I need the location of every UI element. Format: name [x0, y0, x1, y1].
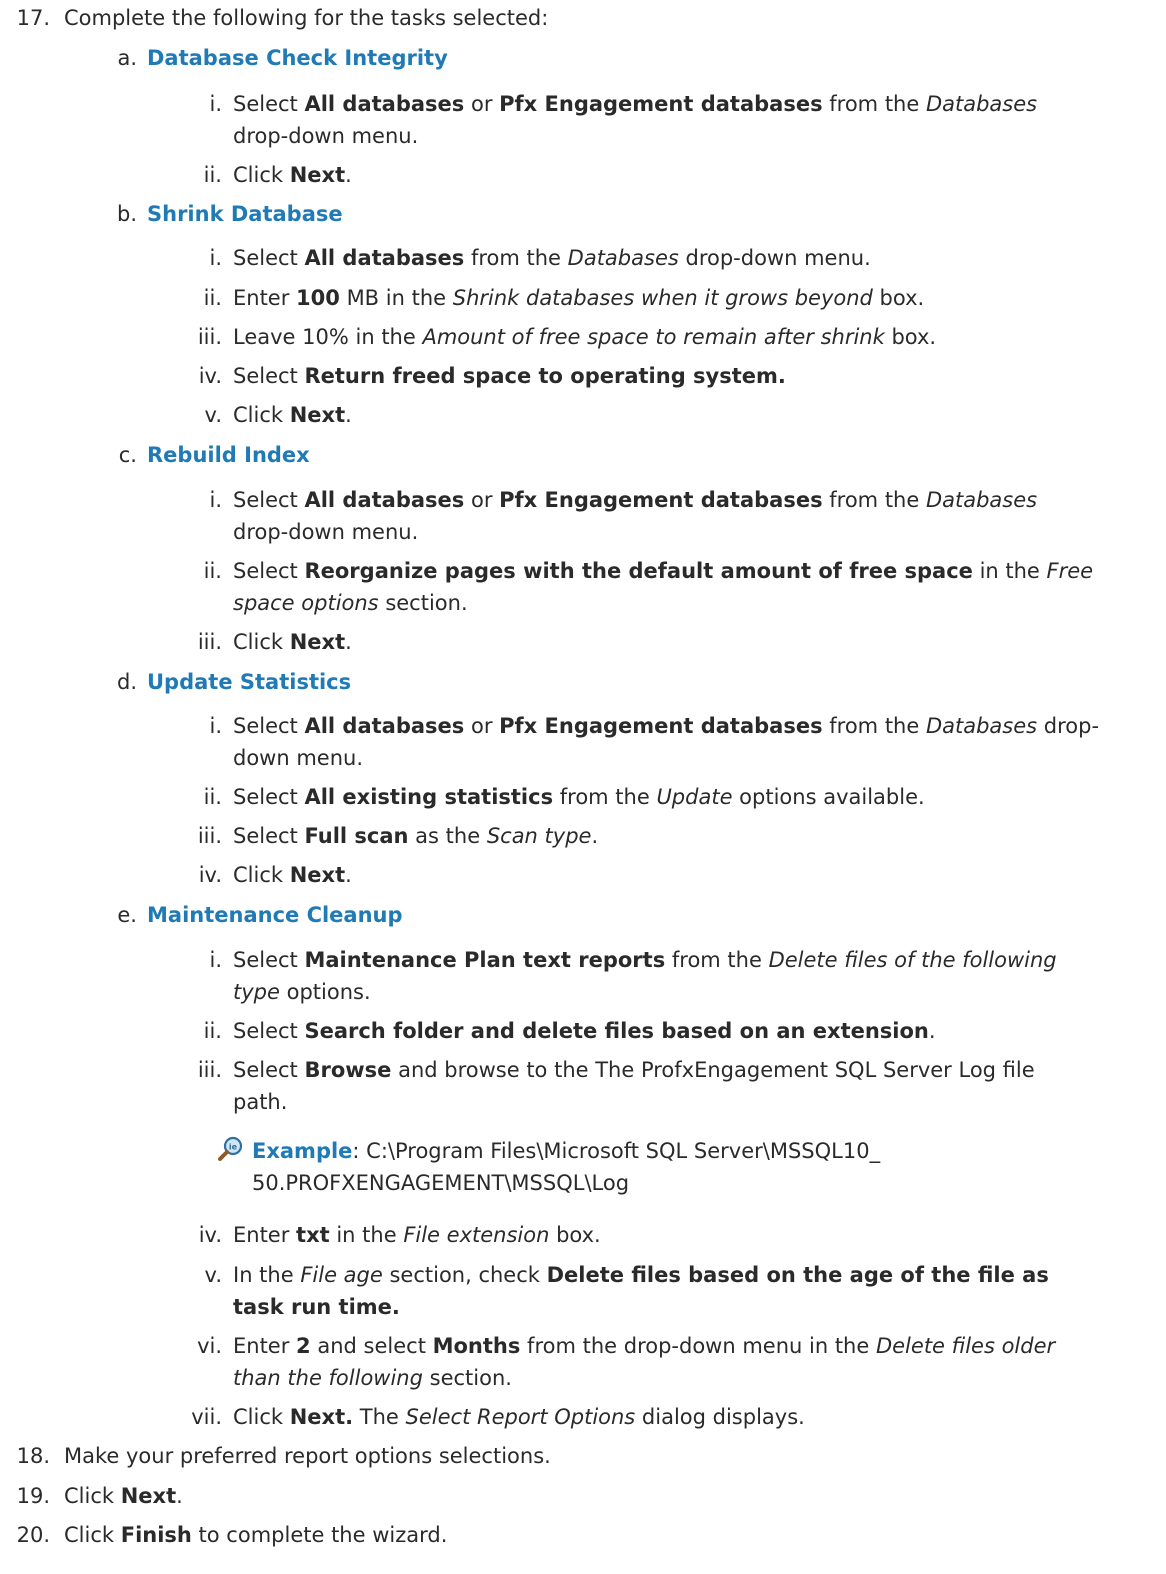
item-text: drop-down menu. — [233, 124, 419, 148]
step-text: Click Next. — [64, 1484, 183, 1508]
item-number: iii. — [197, 824, 222, 848]
item-text: Select All databases or Pfx Engagement d… — [233, 488, 1038, 512]
item-text: Click Next. — [233, 630, 352, 654]
item-text: Select Search folder and delete files ba… — [233, 1019, 936, 1043]
item-number: iii. — [197, 325, 222, 349]
item-number: vi. — [197, 1334, 222, 1358]
step-text: Make your preferred report options selec… — [64, 1444, 551, 1468]
item-text: Select Full scan as the Scan type. — [233, 824, 599, 848]
item-number: i. — [209, 714, 222, 738]
task-heading: Update Statistics — [147, 670, 352, 694]
task-heading: Rebuild Index — [147, 443, 310, 467]
item-text: Click Next. — [233, 403, 352, 427]
task-heading: Maintenance Cleanup — [147, 903, 403, 927]
item-number: ii. — [203, 286, 222, 310]
item-text: Enter 2 and select Months from the drop-… — [233, 1334, 1056, 1358]
item-text: Select All databases from the Databases … — [233, 246, 871, 270]
step-text: Click Finish to complete the wizard. — [64, 1523, 448, 1547]
step-number: 19. — [16, 1484, 50, 1508]
item-text: path. — [233, 1090, 288, 1114]
item-text: Select Maintenance Plan text reports fro… — [233, 948, 1057, 972]
substep-letter: d. — [116, 670, 137, 694]
item-number: iii. — [197, 630, 222, 654]
substep-letter: e. — [117, 903, 137, 927]
item-number: i. — [209, 92, 222, 116]
item-number: iv. — [198, 1223, 222, 1247]
svg-text:ie: ie — [229, 1143, 238, 1152]
item-text: In the File age section, check Delete fi… — [233, 1263, 1049, 1287]
step-number: 18. — [16, 1444, 50, 1468]
item-number: iii. — [197, 1058, 222, 1082]
item-number: ii. — [203, 1019, 222, 1043]
item-text: Enter txt in the File extension box. — [233, 1223, 601, 1247]
item-text: Leave 10% in the Amount of free space to… — [233, 325, 937, 349]
step-number: 20. — [16, 1523, 50, 1547]
item-text: Click Next. — [233, 163, 352, 187]
item-text: Select All databases or Pfx Engagement d… — [233, 92, 1038, 116]
step-number: 17. — [16, 6, 50, 30]
item-text: Select Return freed space to operating s… — [233, 364, 786, 388]
item-number: v. — [204, 403, 222, 427]
item-text: than the following section. — [233, 1366, 512, 1390]
task-heading: Database Check Integrity — [147, 46, 448, 70]
example-text: 50.PROFXENGAGEMENT\MSSQL\Log — [252, 1171, 630, 1195]
item-text: Enter 100 MB in the Shrink databases whe… — [233, 286, 925, 310]
item-text: Select Reorganize pages with the default… — [233, 559, 1094, 583]
substep-letter: b. — [116, 202, 137, 226]
item-number: i. — [209, 488, 222, 512]
item-text: Click Next. — [233, 863, 352, 887]
item-number: ii. — [203, 559, 222, 583]
task-heading: Shrink Database — [147, 202, 343, 226]
example-text: Example: C:\Program Files\Microsoft SQL … — [252, 1139, 881, 1163]
substep-letter: a. — [117, 46, 137, 70]
item-text: Select Browse and browse to the The Prof… — [233, 1058, 1035, 1082]
item-number: iv. — [198, 863, 222, 887]
item-text: Click Next. The Select Report Options di… — [233, 1405, 805, 1429]
item-number: ii. — [203, 785, 222, 809]
item-number: i. — [209, 246, 222, 270]
item-text: drop-down menu. — [233, 520, 419, 544]
item-number: vii. — [191, 1405, 222, 1429]
item-text: space options section. — [233, 591, 468, 615]
item-number: v. — [204, 1263, 222, 1287]
item-text: down menu. — [233, 746, 364, 770]
magnifier-example-icon: ie — [218, 1136, 244, 1162]
item-text: Select All databases or Pfx Engagement d… — [233, 714, 1100, 738]
item-number: iv. — [198, 364, 222, 388]
substep-letter: c. — [118, 443, 137, 467]
item-text: Select All existing statistics from the … — [233, 785, 925, 809]
item-text: task run time. — [233, 1295, 400, 1319]
item-number: ii. — [203, 163, 222, 187]
item-number: i. — [209, 948, 222, 972]
item-text: type options. — [233, 980, 371, 1004]
step-text: Complete the following for the tasks sel… — [64, 6, 549, 30]
